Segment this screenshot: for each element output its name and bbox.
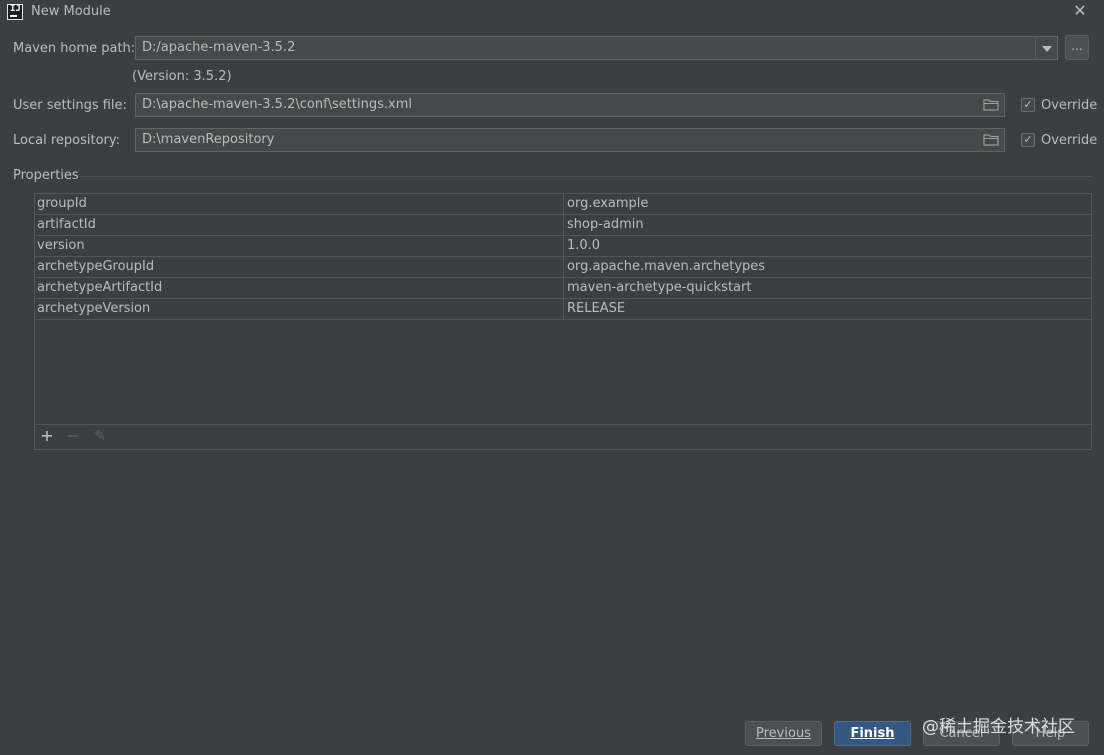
local-repo-field[interactable]: D:\mavenRepository bbox=[135, 128, 1005, 152]
property-value[interactable]: RELEASE bbox=[563, 299, 1091, 319]
property-key: version bbox=[37, 238, 85, 253]
user-settings-override-checkbox[interactable]: ✓ bbox=[1021, 98, 1035, 112]
edit-property-icon[interactable]: ✎ bbox=[91, 427, 109, 445]
user-settings-label: User settings file: bbox=[13, 98, 127, 113]
table-row[interactable]: archetypeVersion RELEASE bbox=[35, 299, 1091, 320]
add-property-icon[interactable]: + bbox=[38, 427, 56, 445]
maven-home-combo[interactable]: D:/apache-maven-3.5.2 bbox=[135, 36, 1036, 60]
table-row[interactable]: artifactId shop-admin bbox=[35, 215, 1091, 236]
properties-panel: groupId org.example artifactId shop-admi… bbox=[34, 193, 1092, 450]
folder-icon[interactable] bbox=[983, 134, 999, 146]
chevron-down-icon[interactable] bbox=[1035, 36, 1058, 60]
table-row[interactable]: archetypeGroupId org.apache.maven.archet… bbox=[35, 257, 1091, 278]
property-value[interactable]: org.example bbox=[563, 194, 1091, 214]
local-repo-label: Local repository: bbox=[13, 133, 120, 148]
user-settings-field[interactable]: D:\apache-maven-3.5.2\conf\settings.xml bbox=[135, 93, 1005, 117]
user-settings-override-label[interactable]: Override bbox=[1041, 98, 1097, 113]
property-key: groupId bbox=[37, 196, 87, 211]
window-title: New Module bbox=[31, 4, 111, 19]
properties-section-label: Properties bbox=[13, 168, 79, 183]
table-row[interactable]: archetypeArtifactId maven-archetype-quic… bbox=[35, 278, 1091, 299]
property-value[interactable]: org.apache.maven.archetypes bbox=[563, 257, 1091, 277]
property-key: archetypeGroupId bbox=[37, 259, 155, 274]
section-divider bbox=[80, 176, 1092, 177]
property-key: archetypeArtifactId bbox=[37, 280, 163, 295]
table-row[interactable]: version 1.0.0 bbox=[35, 236, 1091, 257]
finish-button[interactable]: Finish bbox=[834, 721, 911, 746]
properties-table: groupId org.example artifactId shop-admi… bbox=[35, 194, 1091, 320]
property-value[interactable]: shop-admin bbox=[563, 215, 1091, 235]
properties-toolbar: + − ✎ bbox=[35, 424, 1091, 449]
close-icon[interactable]: ✕ bbox=[1072, 2, 1088, 20]
watermark: @稀土掘金技术社区 bbox=[922, 717, 1075, 737]
local-repo-override-checkbox[interactable]: ✓ bbox=[1021, 133, 1035, 147]
remove-property-icon[interactable]: − bbox=[64, 427, 82, 445]
previous-button[interactable]: Previous bbox=[745, 721, 822, 746]
property-key: archetypeVersion bbox=[37, 301, 151, 316]
folder-icon[interactable] bbox=[983, 99, 999, 111]
maven-home-label: Maven home path: bbox=[13, 41, 136, 56]
property-value[interactable]: 1.0.0 bbox=[563, 236, 1091, 256]
title-bar: IJ New Module ✕ bbox=[0, 0, 1104, 24]
property-key: artifactId bbox=[37, 217, 96, 232]
browse-maven-home-button[interactable]: ... bbox=[1065, 35, 1089, 60]
local-repo-override-label[interactable]: Override bbox=[1041, 133, 1097, 148]
intellij-logo-icon: IJ bbox=[7, 4, 23, 20]
property-value[interactable]: maven-archetype-quickstart bbox=[563, 278, 1091, 298]
table-row[interactable]: groupId org.example bbox=[35, 194, 1091, 215]
maven-version-note: (Version: 3.5.2) bbox=[132, 69, 232, 84]
